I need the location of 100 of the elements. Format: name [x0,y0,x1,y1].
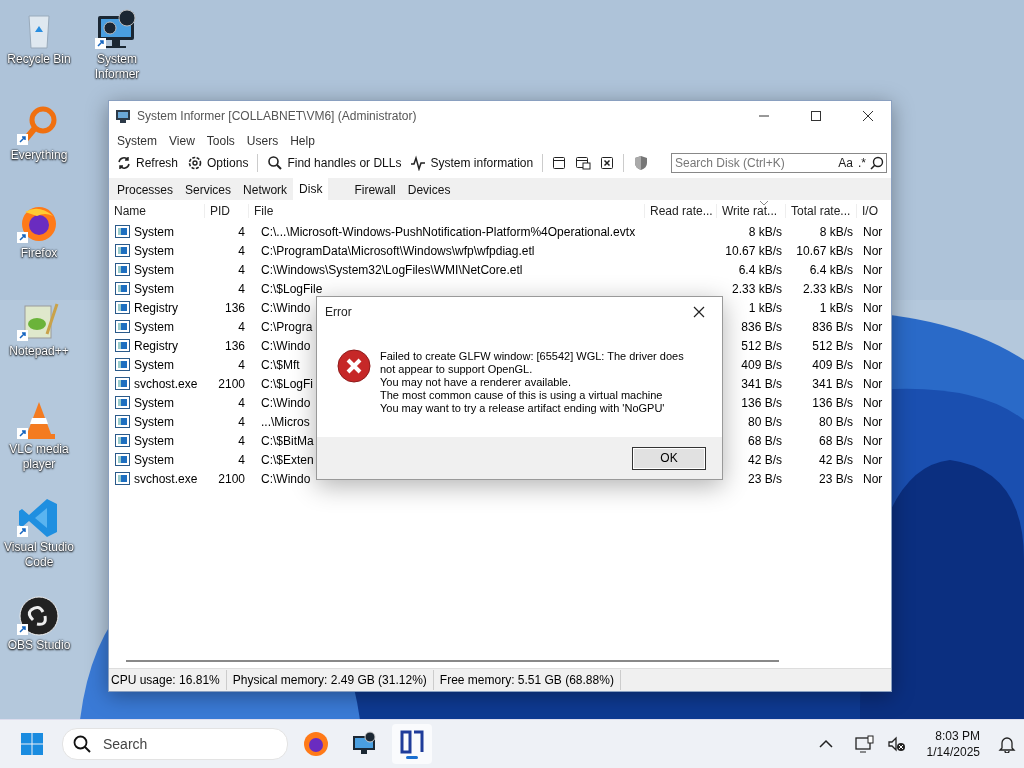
table-cell: 8 kB/s [819,224,853,239]
column-header[interactable]: Total rate... [786,204,857,218]
table-cell: 136 [224,300,245,315]
tab[interactable]: Services [179,180,238,200]
status-text: Free memory: 5.51 GB (68.88%) [437,670,621,690]
muted-speaker-icon[interactable] [886,735,907,753]
app-icon[interactable] [17,594,61,638]
app-icon[interactable] [95,8,139,52]
app-taskbar-button[interactable] [392,724,432,764]
close-icon [863,111,873,121]
process-name: Registry [109,338,178,353]
process-icon [115,301,130,314]
table-cell: C:\Progra [261,319,313,334]
table-cell: C:\$BitMa [261,433,314,448]
table-cell: 512 B/s [741,338,782,353]
clock-date[interactable]: 1/14/2025 [926,744,980,760]
tab[interactable]: Network [237,180,294,200]
clock-time[interactable]: 8:03 PM [935,728,980,744]
tab[interactable]: Firewall [348,180,402,200]
table-cell: Nor [863,376,883,391]
menu-item[interactable]: Users [240,134,285,148]
table-cell: Nor [863,452,883,467]
process-icon [115,358,130,371]
table-cell: 10.67 kB/s [725,243,782,258]
error-message: The most common cause of this is using a virtual machine [380,389,664,402]
table-cell: 4 [238,395,245,410]
table-cell: 23 B/s [747,471,782,486]
table-cell: C:\...\Microsoft-Windows-PushNotification-Platform%4Operational.evtx [261,224,636,239]
table-cell: C:\Windo [261,395,311,410]
table-cell: 2100 [218,376,245,391]
error-message: Failed to create GLFW window: [65542] WGL: The driver does not appear to support OpenGL. [380,350,685,376]
table-cell: 4 [238,243,245,258]
chevron-up-icon[interactable] [818,739,833,749]
process-name: System [109,357,174,372]
column-header[interactable]: Write rat... [717,204,786,218]
table-cell: 341 B/s [741,376,782,391]
app-icon [115,108,131,124]
windows-logo-icon [20,732,44,756]
toolbar-button[interactable]: Find handles or DLLs [264,152,405,174]
process-icon [115,320,130,333]
network-icon[interactable] [854,735,875,753]
table-cell: 6.4 kB/s [809,262,853,277]
menu-item[interactable]: System [111,134,163,148]
table-cell: Nor [863,414,883,429]
table-cell: 4 [238,281,245,296]
menu-item[interactable]: Help [284,134,321,148]
process-icon [115,453,130,466]
search-box[interactable]: Search Disk (Ctrl+K) Aa .* [671,153,887,173]
menu-item[interactable]: View [163,134,201,148]
toolbar-button[interactable]: Refresh [113,152,182,174]
process-name: Registry [109,300,178,315]
column-header[interactable]: File [249,204,645,218]
table-cell: Nor [863,281,883,296]
regex-toggle[interactable]: .* [857,156,867,170]
table-cell: 341 B/s [812,376,853,391]
table-cell: 136 B/s [812,395,853,410]
tab[interactable]: Processes [111,180,180,200]
search-field[interactable]: Search [101,735,255,753]
table-cell: 409 B/s [741,357,782,372]
table-cell: 42 B/s [747,452,782,467]
scrollbar-thumb[interactable] [126,660,779,662]
column-header[interactable]: Read rate... [645,204,717,218]
process-name: System [109,433,174,448]
match-case-toggle[interactable]: Aa [837,156,854,170]
search-icon[interactable] [870,156,884,170]
process-name: System [109,262,174,277]
table-cell: 4 [238,433,245,448]
table-cell: C:\Windows\System32\LogFiles\WMI\NetCore.etl [261,262,523,277]
process-icon [115,434,130,447]
column-header[interactable]: Name [109,204,205,218]
process-icon [115,225,130,238]
column-header[interactable]: I/O [857,204,891,218]
search-icon [73,735,91,753]
status-text: Physical memory: 2.49 GB (31.12%) [230,670,434,690]
table-cell: 2.33 kB/s [802,281,853,296]
table-cell: C:\$Mft [261,357,300,372]
ok-button[interactable]: OK [632,446,706,470]
table-cell: 4 [238,319,245,334]
table-cell: 80 B/s [818,414,853,429]
process-name: System [109,224,174,239]
table-cell: ...\Micros [261,414,310,429]
table-cell: Nor [863,319,883,334]
table-cell: 80 B/s [747,414,782,429]
process-name: System [109,452,174,467]
tab[interactable]: Disk [293,178,329,200]
column-header[interactable]: PID [205,204,249,218]
process-icon [115,415,130,428]
tab[interactable]: Devices [401,180,457,200]
taskbar-search-box[interactable]: Search [62,728,288,760]
table-cell: 68 B/s [747,433,782,448]
process-name: svchost.exe [109,471,198,486]
toolbar-button[interactable]: Options [184,152,252,174]
process-name: svchost.exe [109,376,198,391]
table-cell: Nor [863,224,883,239]
process-icon [115,244,130,257]
table-cell: Nor [863,433,883,448]
menu-item[interactable]: Tools [200,134,241,148]
table-cell: 10.67 kB/s [796,243,853,258]
toolbar-button[interactable]: System information [407,152,537,174]
bell-icon[interactable] [998,735,1016,753]
